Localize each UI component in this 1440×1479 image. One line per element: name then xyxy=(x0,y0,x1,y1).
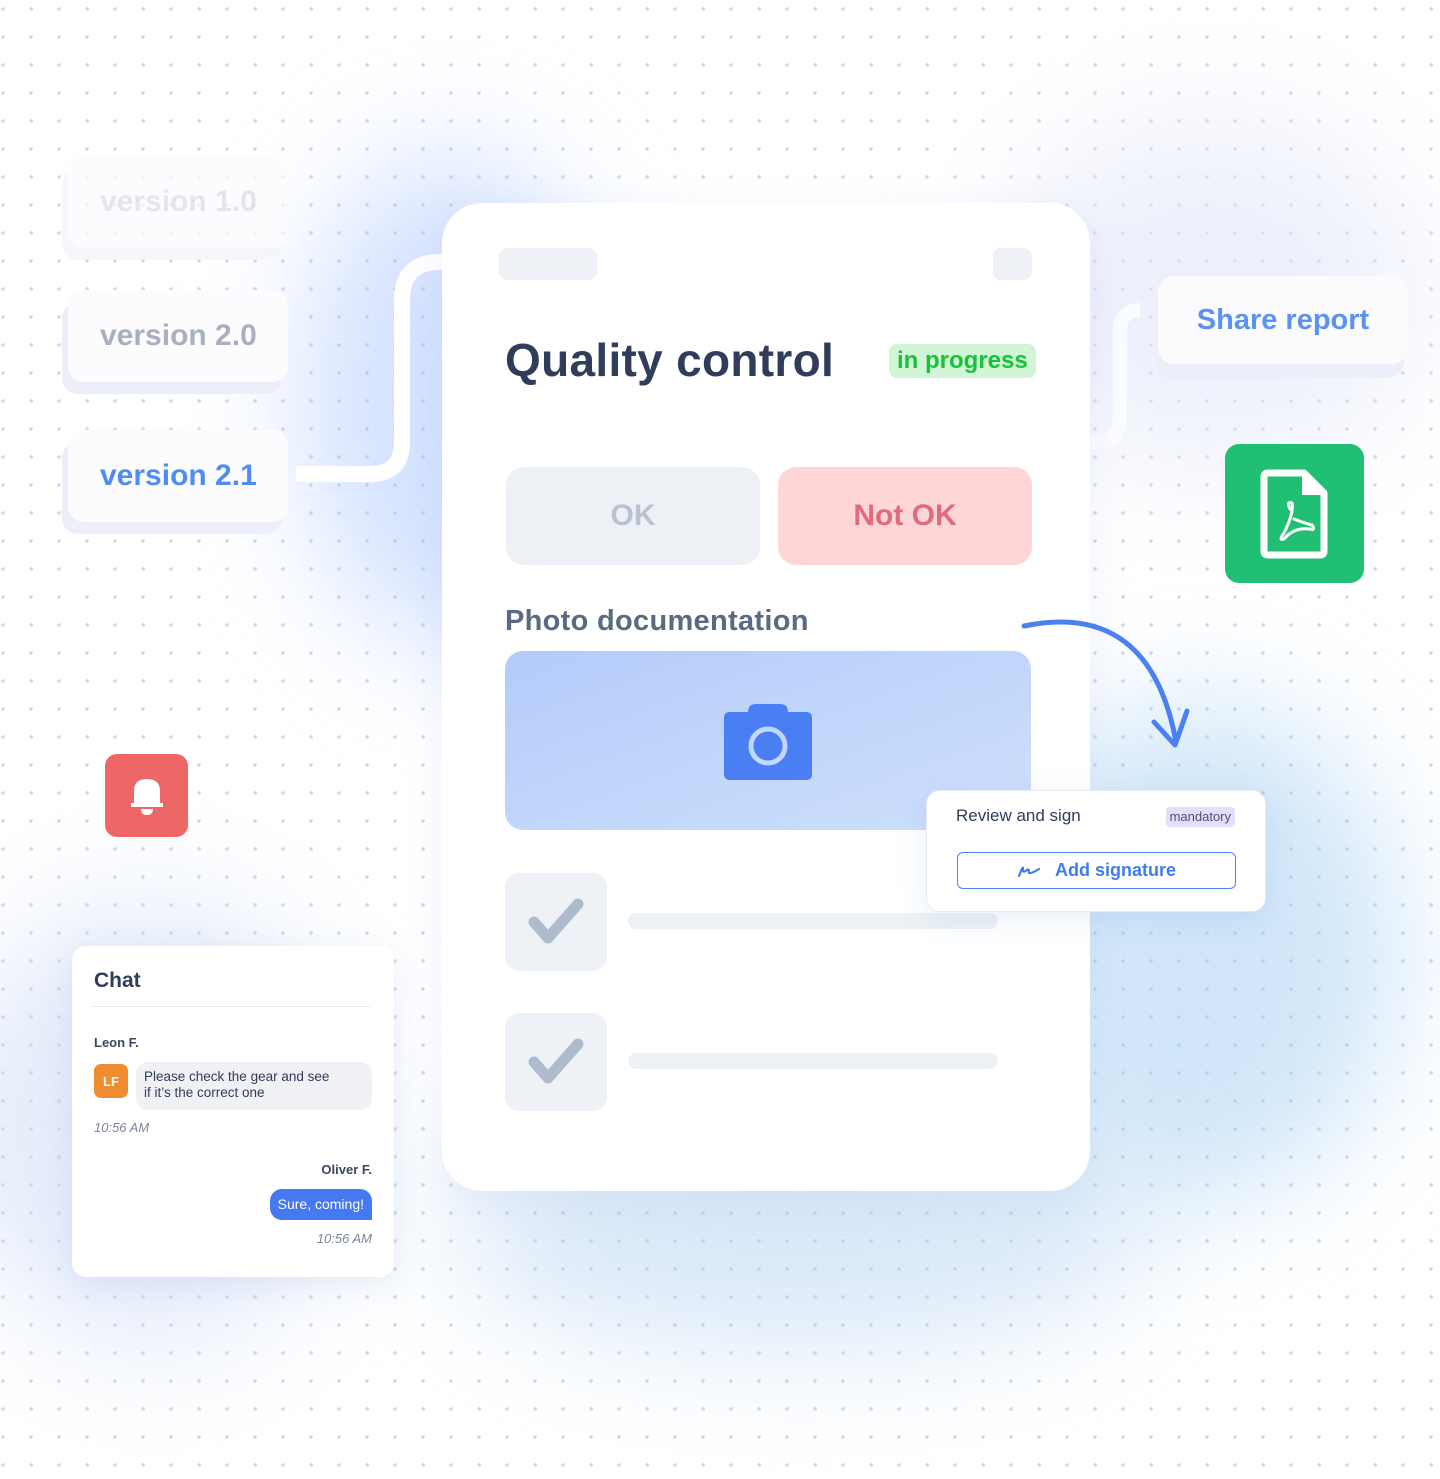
pdf-file-icon xyxy=(1260,469,1327,558)
version-card-2-1[interactable]: version 2.1 xyxy=(68,430,288,522)
checklist-item-placeholder xyxy=(628,913,998,929)
camera-icon xyxy=(724,703,812,780)
message-text-line: if it’s the correct one xyxy=(144,1085,265,1100)
checklist-checkbox[interactable] xyxy=(505,1013,607,1111)
pdf-export-tile[interactable] xyxy=(1225,444,1364,583)
divider xyxy=(92,1006,370,1007)
message-bubble-outgoing: Sure, coming! xyxy=(269,1189,372,1220)
notification-button[interactable] xyxy=(105,754,188,837)
avatar: LF xyxy=(94,1064,128,1098)
message-sender: Leon F. xyxy=(94,1035,139,1050)
version-card-2-0[interactable]: version 2.0 xyxy=(68,290,288,382)
review-title: Review and sign xyxy=(956,806,1081,825)
version-label: version 2.0 xyxy=(100,319,257,352)
not-ok-button[interactable]: Not OK xyxy=(778,467,1032,565)
message-bubble-incoming: Please check the gear and see if it’s th… xyxy=(136,1062,372,1110)
checkmark-icon xyxy=(528,1038,584,1084)
bell-icon xyxy=(130,778,163,815)
chat-panel: Chat Leon F. LF Please check the gear an… xyxy=(72,946,394,1277)
quality-control-card: Quality control in progress OK Not OK Ph… xyxy=(442,203,1090,1191)
version-label: version 1.0 xyxy=(100,185,257,218)
ok-button[interactable]: OK xyxy=(506,467,760,565)
add-signature-label: Add signature xyxy=(1054,860,1176,880)
signature-icon xyxy=(1017,866,1041,877)
version-label: version 2.1 xyxy=(100,459,257,492)
share-report-button[interactable]: Share report xyxy=(1158,276,1408,364)
message-timestamp: 10:56 AM xyxy=(316,1231,372,1246)
header-action-placeholder xyxy=(993,248,1032,280)
review-sign-card: Review and sign mandatory Add signature xyxy=(926,790,1266,912)
add-signature-button[interactable]: Add signature xyxy=(957,852,1236,889)
version-card-1-0[interactable]: version 1.0 xyxy=(68,156,288,248)
header-placeholder xyxy=(499,248,597,280)
message-sender: Oliver F. xyxy=(321,1162,372,1177)
status-badge: in progress xyxy=(889,344,1036,378)
checkmark-icon xyxy=(528,898,584,944)
chat-title: Chat xyxy=(94,969,141,992)
message-timestamp: 10:56 AM xyxy=(94,1120,150,1135)
mandatory-badge: mandatory xyxy=(1165,807,1235,827)
checklist-checkbox[interactable] xyxy=(505,873,607,971)
share-report-label: Share report xyxy=(1196,303,1370,336)
message-text-line: Please check the gear and see xyxy=(144,1069,330,1084)
page-title: Quality control xyxy=(505,334,835,386)
section-title: Photo documentation xyxy=(505,605,809,637)
checklist-item-placeholder xyxy=(628,1053,998,1069)
